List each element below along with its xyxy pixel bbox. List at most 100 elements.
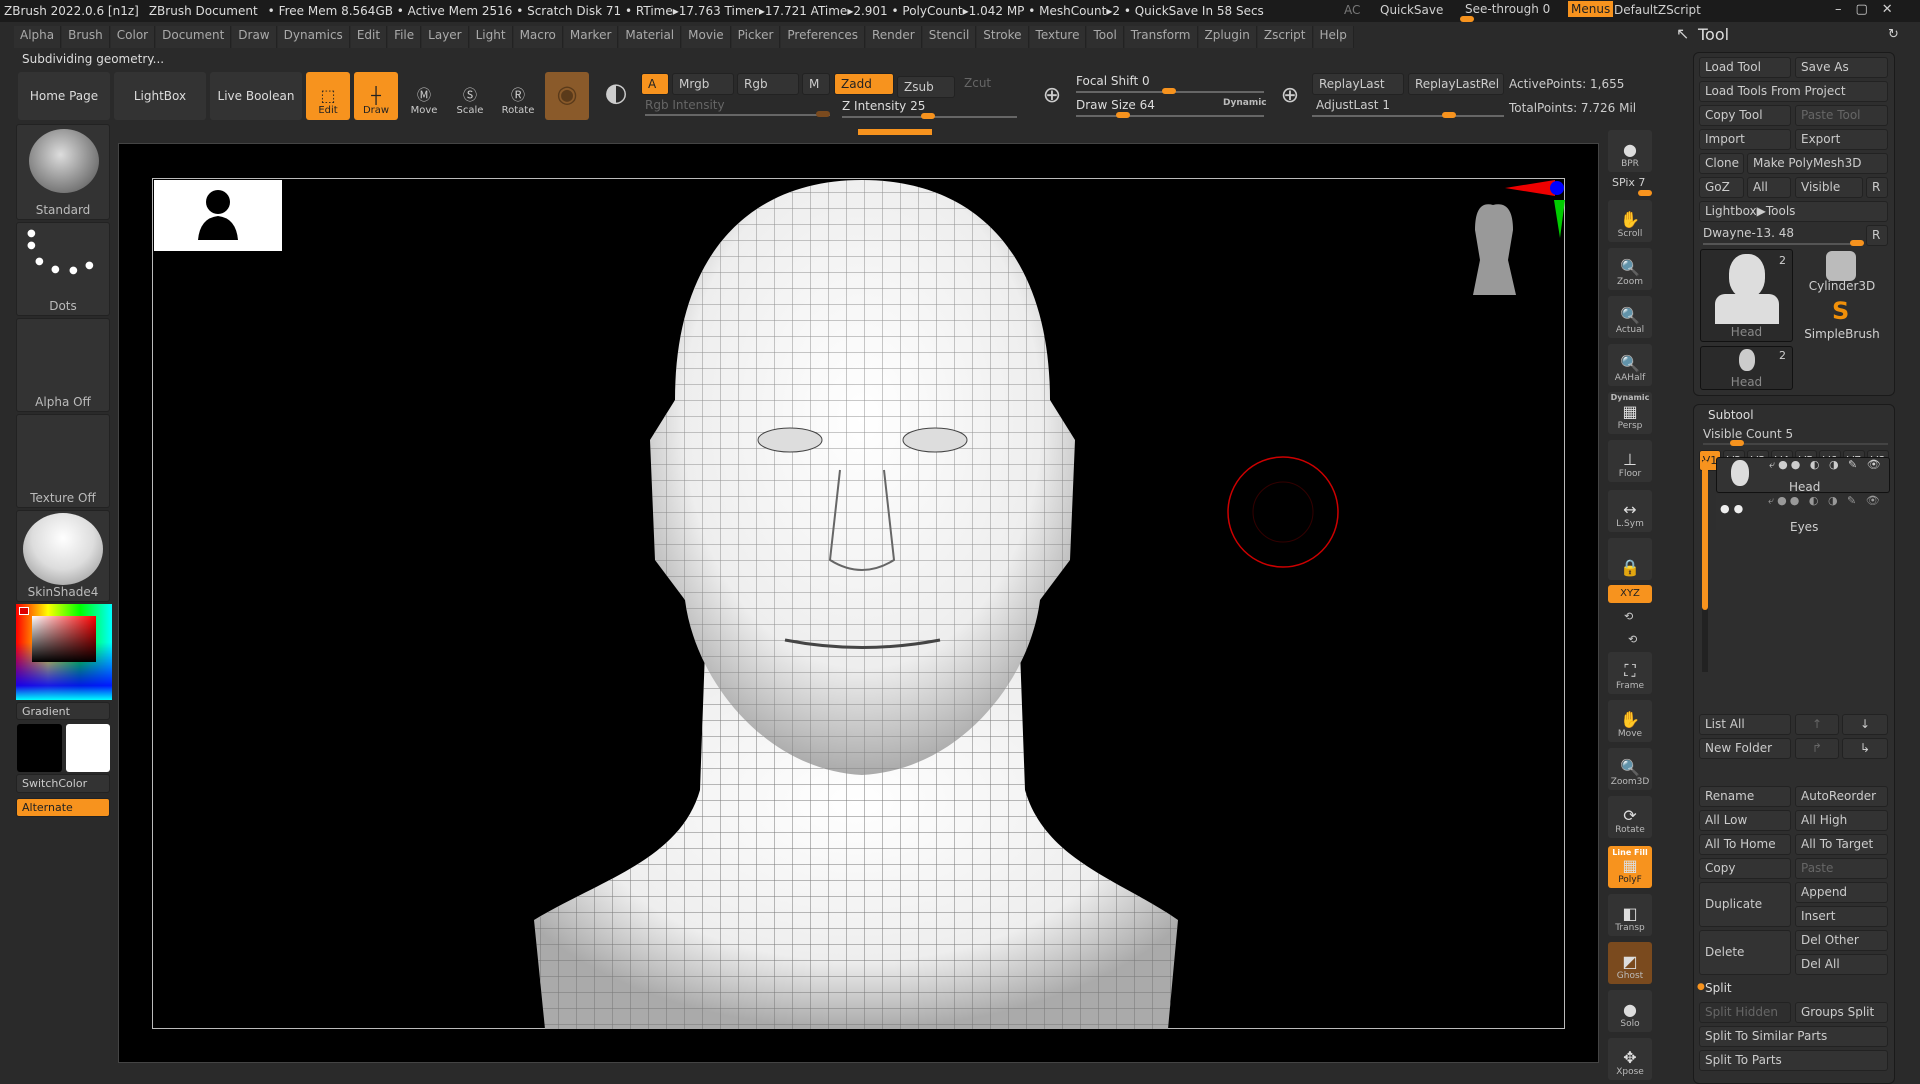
xyz-toggle[interactable]: XYZ [1608,585,1652,603]
goz-r-button[interactable]: R [1866,177,1888,198]
current-tool-knob[interactable] [1850,240,1864,246]
folder-up-icon[interactable]: ↱ [1795,738,1839,759]
tool-thumb-simplebrush[interactable]: S SimpleBrush [1796,297,1888,343]
split-to-parts-button[interactable]: Split To Parts [1699,1050,1888,1071]
shelf-label: Move [1617,729,1643,739]
paste-tool-button[interactable]: Paste Tool [1795,105,1888,126]
list-all-button[interactable]: List All [1699,714,1791,735]
shelf-label: Solo [1620,1019,1640,1029]
thumb-label: Head [1730,325,1763,339]
shelf-scroll-button[interactable]: ✋ Scroll [1608,200,1652,242]
all-to-target-button[interactable]: All To Target [1795,834,1888,855]
tool-thumb-head-2[interactable]: 2 Head [1700,346,1793,390]
duplicate-button[interactable]: Duplicate [1699,882,1791,927]
shelf-zoom-button[interactable]: 🔍 Zoom [1608,248,1652,290]
goz-all-button[interactable]: All [1747,177,1791,198]
goz-visible-button[interactable]: Visible [1795,177,1863,198]
del-all-button[interactable]: Del All [1795,954,1888,975]
shelf-transp-button[interactable]: ◧ Transp [1608,894,1652,936]
move-up-icon[interactable]: ↑ [1795,714,1839,735]
copy-button[interactable]: Copy [1699,858,1791,879]
thumb-label: Cylinder3D [1808,279,1876,293]
lightbox-tools-button[interactable]: Lightbox▶Tools [1699,201,1888,222]
shelf-label: PolyF [1618,875,1642,885]
shelf-solo-button[interactable]: ● Solo [1608,990,1652,1032]
split-section-header[interactable]: Split [1705,981,1732,995]
subtool-scrollbar[interactable] [1702,460,1708,672]
shelf-move-button[interactable]: ✋ Move [1608,700,1652,742]
goz-button[interactable]: GoZ [1699,177,1744,198]
make-polymesh3d-button[interactable]: Make PolyMesh3D [1747,153,1888,174]
thumb-count: 2 [1779,349,1786,362]
spix-knob[interactable] [1638,190,1652,196]
xpose-icon: ✥ [1623,1048,1637,1067]
shelf-lsym-button[interactable]: ↔ L.Sym [1608,490,1652,532]
tool-palette-title[interactable]: Tool [1698,25,1729,44]
lsym-icon: ↔ [1623,500,1637,519]
load-tool-button[interactable]: Load Tool [1699,57,1791,78]
folder-down-icon[interactable]: ↳ [1842,738,1888,759]
all-low-button[interactable]: All Low [1699,810,1791,831]
shelf-actual-button[interactable]: 🔍 Actual [1608,296,1652,338]
groups-split-button[interactable]: Groups Split [1795,1002,1888,1023]
split-hidden-button[interactable]: Split Hidden [1699,1002,1791,1023]
polyf-icon: ▦ [1622,856,1638,875]
subtool-scroll-thumb[interactable] [1702,460,1708,610]
bpr-icon: ● [1623,140,1637,159]
split-to-similar-parts-button[interactable]: Split To Similar Parts [1699,1026,1888,1047]
reset-icon[interactable]: ↻ [1888,27,1899,42]
tool-thumb-cylinder3d[interactable]: Cylinder3D [1796,249,1888,295]
zoom3d-icon: 🔍 [1620,758,1640,777]
line-fill-label[interactable]: Line Fill [1608,848,1652,858]
current-tool-slider[interactable]: Dwayne-13. 48 [1703,226,1794,240]
shelf-xpose-button[interactable]: ✥ Xpose [1608,1038,1652,1080]
subtool-title[interactable]: Subtool [1708,408,1754,422]
shelf-floor-button[interactable]: ⊥ Floor [1608,440,1652,482]
subtool-item-eyes[interactable]: ●● ⤶●● ◐ ◑ ✎ 👁 Eyes [1716,494,1890,534]
all-to-home-button[interactable]: All To Home [1699,834,1791,855]
shelf-zoom3d-button[interactable]: 🔍 Zoom3D [1608,748,1652,790]
shelf-frame-button[interactable]: ⛶ Frame [1608,652,1652,694]
clone-button[interactable]: Clone [1699,153,1744,174]
shelf-rotate-button[interactable]: ⟳ Rotate [1608,796,1652,838]
brush-cursor [1227,456,1339,568]
rotate-z-icon[interactable]: ⟲ [1628,633,1637,646]
paste-button[interactable]: Paste [1795,858,1888,879]
shelf-label: Transp [1615,923,1645,933]
autoreorder-button[interactable]: AutoReorder [1795,786,1888,807]
insert-button[interactable]: Insert [1795,906,1888,927]
all-high-button[interactable]: All High [1795,810,1888,831]
export-button[interactable]: Export [1795,129,1888,150]
copy-tool-button[interactable]: Copy Tool [1699,105,1791,126]
visible-count-knob[interactable] [1730,440,1744,446]
move-down-icon[interactable]: ↓ [1842,714,1888,735]
solo-icon: ● [1623,1000,1637,1019]
shelf-aahalf-button[interactable]: 🔍 AAHalf [1608,344,1652,386]
shelf-label: AAHalf [1614,373,1646,383]
shelf-label: BPR [1621,159,1639,169]
tool-palette-icon: ↖ [1676,24,1690,43]
subtool-toggle-icons[interactable]: ⤶●● ◐ ◑ ✎ 👁 [1769,458,1884,472]
shelf-ghost-button[interactable]: ◩ Ghost [1608,942,1652,984]
shelf-label: Actual [1615,325,1645,335]
current-tool-track[interactable] [1703,243,1863,245]
import-button[interactable]: Import [1699,129,1791,150]
transp-icon: ◧ [1622,904,1638,923]
tool-thumb-head[interactable]: 2 Head [1700,249,1793,342]
tool-r-button[interactable]: R [1866,225,1888,246]
append-button[interactable]: Append [1795,882,1888,903]
subtool-item-head[interactable]: ⤶●● ◐ ◑ ✎ 👁 Head [1716,457,1890,494]
shelf-lock-camera-button[interactable]: 🔒 [1608,538,1652,580]
load-tools-from-project-button[interactable]: Load Tools From Project [1699,81,1888,102]
delete-button[interactable]: Delete [1699,930,1791,975]
persp-icon: ▦ [1622,402,1638,421]
save-as-button[interactable]: Save As [1795,57,1888,78]
new-folder-button[interactable]: New Folder [1699,738,1791,759]
aahalf-icon: 🔍 [1620,354,1640,373]
rename-button[interactable]: Rename [1699,786,1791,807]
subtool-toggle-icons[interactable]: ⤶●● ◐ ◑ ✎ 👁 [1768,494,1883,508]
shelf-bpr-button[interactable]: ● BPR [1608,130,1652,172]
rotate-y-icon[interactable]: ⟲ [1624,610,1633,623]
visible-count-slider[interactable]: Visible Count 5 [1703,427,1793,441]
del-other-button[interactable]: Del Other [1795,930,1888,951]
